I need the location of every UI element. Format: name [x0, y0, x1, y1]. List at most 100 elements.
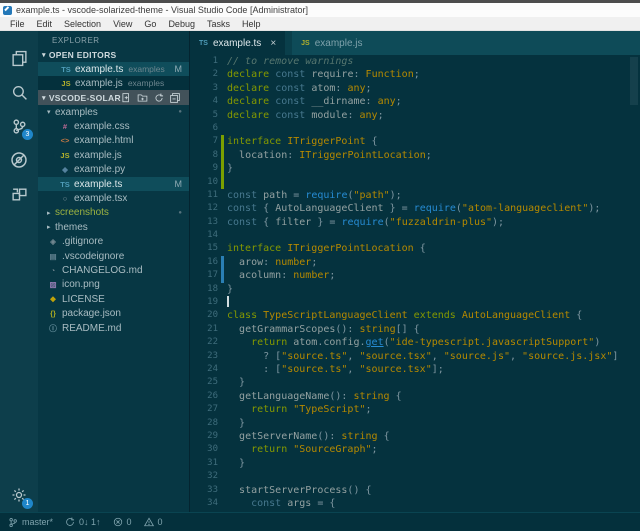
- code-text: return "TypeScript";: [251, 404, 372, 416]
- status-git-branch[interactable]: master*: [8, 517, 53, 528]
- editor-tab-bar: TS example.ts × JS example.js: [190, 31, 640, 55]
- tree-item-themes[interactable]: ▸ themes: [38, 220, 189, 234]
- line-number: 32: [207, 471, 218, 482]
- open-editors-header[interactable]: ▾ OPEN EDITORS: [38, 48, 189, 62]
- open-editor-item-example.ts[interactable]: TS example.ts examples M: [38, 62, 189, 76]
- main-area: 3 1 EXPLORER ▾ OPEN EDITORS TS example.ts e…: [0, 31, 640, 512]
- editor-group: TS example.ts × JS example.js 1 // to remove …: [190, 31, 640, 512]
- collapse-all-icon[interactable]: [170, 92, 180, 103]
- explorer-icon: [11, 50, 28, 67]
- activity-item-explorer[interactable]: [0, 41, 38, 75]
- status-bar: master* 0↓ 1↑ 0 0: [0, 512, 640, 531]
- status-sync-status[interactable]: 0↓ 1↑: [65, 517, 101, 527]
- explorer-title: EXPLORER: [52, 36, 100, 45]
- tree-item-package.json[interactable]: {} package.json: [38, 306, 189, 320]
- tree-item-CHANGELOG.md[interactable]: ◔ CHANGELOG.md: [38, 263, 189, 277]
- tree-item-examples[interactable]: ▾ examples ●: [38, 105, 189, 119]
- line-number: 13: [207, 216, 218, 227]
- code-line-8: 8 location: ITriggerPointLocation;: [190, 148, 640, 163]
- tree-item-label: .gitignore: [62, 236, 104, 248]
- code-text: [224, 296, 229, 309]
- tab-example.ts[interactable]: TS example.ts ×: [190, 31, 286, 55]
- line-number: 10: [207, 176, 218, 187]
- file-type-readme-icon: ⓘ: [49, 323, 57, 333]
- menu-item-edit[interactable]: Edit: [31, 17, 59, 30]
- open-editor-item-example.js[interactable]: JS example.js examples: [38, 76, 189, 90]
- tree-item-example.ts[interactable]: TS example.ts M: [38, 176, 189, 192]
- activity-item-settings[interactable]: 1: [0, 478, 38, 512]
- activity-item-search[interactable]: [0, 75, 38, 109]
- line-number: 4: [212, 96, 218, 107]
- git-status-dot: ●: [178, 209, 182, 216]
- tree-item-icon.png[interactable]: ▨ icon.png: [38, 278, 189, 292]
- code-line-11: 11 const path = require("path");: [190, 189, 640, 202]
- activity-item-extensions[interactable]: [0, 177, 38, 211]
- new-folder-icon[interactable]: [137, 93, 148, 103]
- menu-item-tasks[interactable]: Tasks: [201, 17, 236, 30]
- file-type-gitignore-icon: ◈: [50, 237, 56, 247]
- tree-item-label: CHANGELOG.md: [62, 264, 143, 276]
- title-bar: example.ts - vscode-solarized-theme - Vi…: [0, 3, 640, 17]
- folder-section-header[interactable]: ▾ VSCODE-SOLARIZED...: [38, 90, 189, 105]
- code-text: // to remove warnings: [227, 56, 354, 67]
- activity-item-debug[interactable]: [0, 143, 38, 177]
- menu-item-debug[interactable]: Debug: [162, 17, 201, 30]
- line-number: 24: [207, 363, 218, 374]
- code-text: return atom.config.get("ide-typescript.j…: [251, 337, 601, 349]
- menu-bar: File Edit Selection View Go Debug Tasks Help: [0, 17, 640, 31]
- file-type-json-icon: {}: [50, 309, 56, 319]
- activity-badge-source-control: 3: [22, 129, 33, 140]
- status-errors-label: 0: [126, 517, 132, 527]
- menu-item-help[interactable]: Help: [236, 17, 267, 30]
- editor-scrollbar[interactable]: [630, 57, 638, 105]
- debug-icon: [10, 151, 28, 169]
- line-number: 6: [212, 122, 218, 133]
- line-number: 9: [212, 163, 218, 174]
- tree-item-screenshots[interactable]: ▸ screenshots ●: [38, 206, 189, 220]
- code-text: declare const module: any;: [227, 109, 384, 121]
- line-number: 34: [207, 497, 218, 508]
- activity-item-source-control[interactable]: 3: [0, 109, 38, 143]
- new-file-icon[interactable]: [121, 92, 131, 103]
- tab-example.js[interactable]: JS example.js: [285, 31, 372, 55]
- file-type-ts-icon: TS: [60, 179, 70, 189]
- line-number: 26: [207, 390, 218, 401]
- file-tree: ▾ examples ● # example.css <> example.html JS ex…: [38, 105, 189, 335]
- line-number: 5: [212, 109, 218, 120]
- code-text: }: [239, 457, 246, 469]
- menu-item-file[interactable]: File: [4, 17, 31, 30]
- tree-item-example.html[interactable]: <> example.html: [38, 134, 189, 148]
- code-editor[interactable]: 1 // to remove warnings 2 declare const req…: [190, 55, 640, 512]
- tree-item-.gitignore[interactable]: ◈ .gitignore: [38, 235, 189, 249]
- file-type-vscodeignore-icon: ▤: [49, 251, 57, 261]
- window-title: example.ts - vscode-solarized-theme - Vi…: [16, 5, 308, 15]
- code-line-10: 10: [190, 175, 640, 189]
- tree-item-example.js[interactable]: JS example.js: [38, 148, 189, 162]
- extensions-icon: [11, 186, 28, 203]
- tree-item-example.css[interactable]: # example.css: [38, 119, 189, 133]
- tree-item-LICENSE[interactable]: ❖ LICENSE: [38, 292, 189, 306]
- code-text: }: [239, 377, 246, 389]
- menu-item-selection[interactable]: Selection: [58, 17, 107, 30]
- tree-item-example.tsx[interactable]: ○ example.tsx: [38, 191, 189, 205]
- status-errors[interactable]: 0: [113, 517, 132, 527]
- tree-item-label: LICENSE: [62, 293, 105, 305]
- tree-item-README.md[interactable]: ⓘ README.md: [38, 321, 189, 335]
- menu-item-go[interactable]: Go: [138, 17, 162, 30]
- code-line-23: 23 ? ["source.ts", "source.tsx", "source…: [190, 350, 640, 363]
- line-number: 22: [207, 337, 218, 348]
- close-tab-icon[interactable]: ×: [270, 38, 276, 49]
- status-warnings[interactable]: 0: [143, 517, 163, 527]
- file-type-license-icon: ❖: [49, 294, 57, 304]
- code-text: const { AutoLanguageClient } = require("…: [227, 203, 601, 215]
- line-number: 2: [212, 69, 218, 80]
- code-line-5: 5 declare const module: any;: [190, 109, 640, 122]
- line-number: 29: [207, 430, 218, 441]
- tree-item-.vscodeignore[interactable]: ▤ .vscodeignore: [38, 249, 189, 263]
- menu-item-view[interactable]: View: [107, 17, 138, 30]
- tree-item-label: examples: [55, 106, 98, 118]
- code-line-25: 25 }: [190, 376, 640, 389]
- tree-item-example.py[interactable]: ◆ example.py: [38, 163, 189, 177]
- refresh-icon[interactable]: [154, 93, 164, 103]
